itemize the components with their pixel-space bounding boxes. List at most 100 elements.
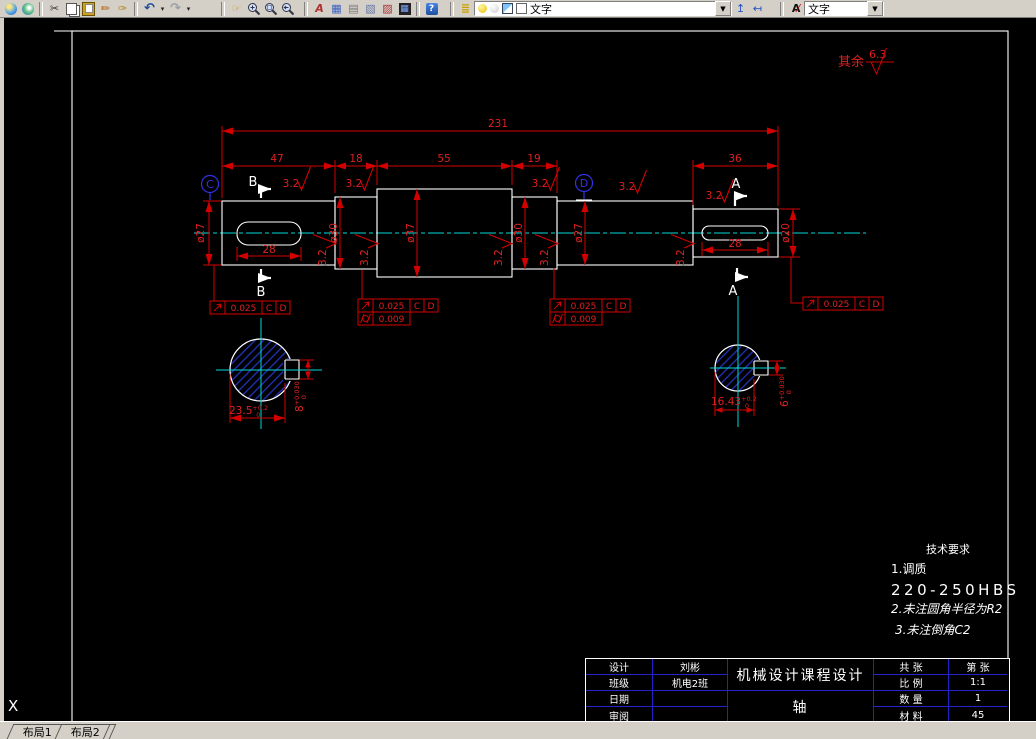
tolerance-frames[interactable]: 0.025 C D 0.025 C D 0.009 0.025 C D 0.00… <box>209 257 884 326</box>
svg-text:3.2: 3.2 <box>706 190 723 202</box>
date-label: 日期 <box>586 691 653 707</box>
dim-overall-label: 231 <box>488 118 508 130</box>
datum-section-marks[interactable]: C D B B A A <box>200 173 749 301</box>
design-value: 刘彬 <box>653 659 728 675</box>
technical-requirements[interactable]: 技术要求 1.调质 220-250HBS 2.未注圆角半径为R2 3.未注倒角C… <box>891 543 1020 637</box>
svg-text:3.2: 3.2 <box>493 249 505 266</box>
dim-19-label: 19 <box>527 153 540 165</box>
datum-c-label: C <box>206 178 214 191</box>
default-surface-roughness-note[interactable]: 其余 6.3 <box>838 47 894 76</box>
quantity-value: 1 <box>949 691 1007 707</box>
class-label: 班级 <box>586 675 653 691</box>
cylindricity-icon <box>552 313 563 324</box>
tech-line-4: 3.未注倒角C2 <box>895 623 970 637</box>
tech-title: 技术要求 <box>926 543 970 556</box>
roughness-check-icon <box>670 233 695 249</box>
svg-text:D: D <box>428 302 435 312</box>
cylindricity-icon <box>360 313 371 324</box>
roughness-mark: 3.2 <box>670 233 695 266</box>
tech-line-3: 2.未注圆角半径为R2 <box>891 602 1002 616</box>
svg-text:0.025: 0.025 <box>824 300 850 310</box>
xsec-left-width-label: 23.5+0.2 0 <box>229 404 268 419</box>
svg-text:0.009: 0.009 <box>571 315 597 325</box>
section-a-label-top: A <box>732 177 741 192</box>
svg-text:3.2: 3.2 <box>283 178 300 190</box>
dim-47-label: 47 <box>270 153 283 165</box>
section-b-label-top: B <box>249 175 258 190</box>
section-a-arrow-top <box>733 191 747 206</box>
svg-text:C: C <box>414 302 420 312</box>
scale-value: 1:1 <box>949 675 1007 691</box>
project-title: 机械设计课程设计 <box>728 659 874 691</box>
section-a-label-bottom: A <box>729 284 738 299</box>
dia-37-label: ø37 <box>405 223 417 243</box>
roughness-mark: 3.2 <box>354 233 379 266</box>
svg-text:3.2: 3.2 <box>532 178 549 190</box>
svg-text:D: D <box>873 300 880 310</box>
dim-36-label: 36 <box>728 153 742 165</box>
part-name: 轴 <box>728 691 874 723</box>
tech-line-1: 1.调质 <box>891 562 926 576</box>
circular-runout-icon <box>553 301 562 310</box>
section-b-arrow-bottom <box>258 269 271 283</box>
svg-text:3.2: 3.2 <box>359 249 371 266</box>
svg-text:3.2: 3.2 <box>346 178 363 190</box>
section-b-arrow-top <box>258 184 271 198</box>
svg-text:3.2: 3.2 <box>675 249 687 266</box>
roughness-check-icon <box>488 233 513 249</box>
section-a-arrow-bottom <box>735 268 748 282</box>
tolerance-frame-2[interactable]: 0.025 C D 0.009 <box>357 270 439 326</box>
roughness-mark: 3.2 <box>283 166 312 191</box>
dia-27-sec5-label: ø27 <box>573 223 585 243</box>
title-block[interactable]: 设计 刘彬 机械设计课程设计 共 张 第 张 班级 机电2班 比 例 1:1 日… <box>585 658 1010 724</box>
cross-section-right[interactable]: 16.43+0.2 0 6+0.0300 <box>710 296 793 427</box>
roughness-mark: 3.2 <box>346 166 375 191</box>
cad-application-window: { "window": { "cursor_label": "X" }, "to… <box>0 0 1036 739</box>
sheet-no-label: 第 张 <box>949 659 1007 675</box>
quantity-label: 数 量 <box>874 691 949 707</box>
total-sheets-label: 共 张 <box>874 659 949 675</box>
tolerance-frame-1[interactable]: 0.025 C D <box>209 265 291 315</box>
svg-text:0.025: 0.025 <box>231 304 257 314</box>
crosshair-cursor: X <box>8 697 18 715</box>
layout-tab-strip: 布局1 布局2 <box>0 723 120 739</box>
roughness-mark: 3.2 <box>619 169 648 194</box>
svg-text:3.2: 3.2 <box>317 249 329 266</box>
drawing-frame <box>54 30 1009 723</box>
drawing-canvas[interactable]: 231 47 18 55 19 36 28 28 ø27 ø30 ø37 ø30… <box>0 0 1036 739</box>
datum-d-label: D <box>580 177 588 190</box>
status-bar: 布局1 布局2 <box>0 721 1036 739</box>
dim-key-right-label: 28 <box>728 238 741 250</box>
svg-text:D: D <box>280 304 287 314</box>
cross-section-left[interactable]: 23.5+0.2 0 8+0.0300 <box>216 318 322 429</box>
tech-line-2: 220-250HBS <box>891 581 1020 599</box>
roughness-mark: 3.2 <box>488 233 513 266</box>
svg-text:D: D <box>620 302 627 312</box>
roughness-marks[interactable]: 3.2 3.2 3.2 3.2 3.2 3.2 3.2 3.2 3.2 3.2 <box>283 166 735 266</box>
roughness-mark: 3.2 <box>532 166 561 191</box>
svg-text:C: C <box>266 304 272 314</box>
dim-55-label: 55 <box>437 153 450 165</box>
xsec-right-depth-label: 6+0.0300 <box>778 376 793 407</box>
xsec-right-width-label: 16.43+0.2 0 <box>711 395 757 410</box>
dia-27-left-label: ø27 <box>195 223 207 243</box>
roughness-check-icon <box>534 233 559 249</box>
shaft-outline[interactable] <box>194 188 866 278</box>
roughness-mark: 3.2 <box>706 178 735 203</box>
svg-text:C: C <box>859 300 865 310</box>
svg-text:0.025: 0.025 <box>379 302 405 312</box>
svg-text:0.025: 0.025 <box>571 302 597 312</box>
default-roughness-label: 其余 <box>838 54 864 70</box>
scale-label: 比 例 <box>874 675 949 691</box>
class-value: 机电2班 <box>653 675 728 691</box>
circular-runout-icon <box>213 303 222 312</box>
dia-30-sec2-label: ø30 <box>328 223 340 243</box>
tolerance-frame-3[interactable]: 0.025 C D 0.009 <box>549 268 631 326</box>
circular-runout-icon <box>806 299 815 308</box>
date-value <box>653 691 728 707</box>
xsec-left-depth-label: 8+0.0300 <box>293 381 308 412</box>
svg-text:C: C <box>606 302 612 312</box>
dim-18-label: 18 <box>349 153 362 165</box>
tolerance-frame-4[interactable]: 0.025 C D <box>790 257 884 311</box>
roughness-check-icon <box>354 233 379 249</box>
